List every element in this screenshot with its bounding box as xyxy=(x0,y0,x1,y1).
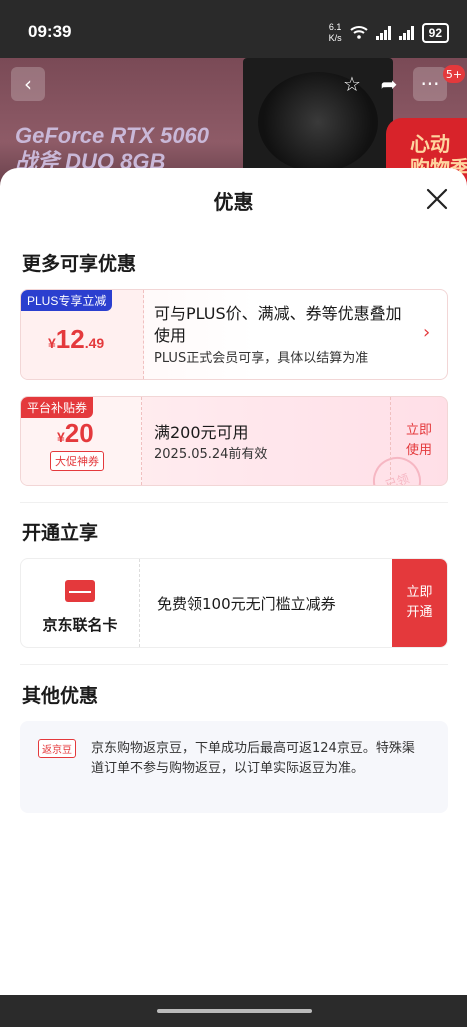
wifi-icon xyxy=(349,25,368,42)
currency-symbol: ¥ xyxy=(48,335,56,351)
price-integer: 20 xyxy=(64,418,94,448)
signal-icon-2 xyxy=(398,26,414,40)
star-icon: ☆ xyxy=(343,72,361,96)
more-icon: ··· xyxy=(420,72,440,96)
chevron-left-icon: ‹ xyxy=(24,72,32,96)
bean-return-card: 返京豆 京东购物返京豆，下单成功后最高可返124京豆。特殊渠道订单不参与购物返豆… xyxy=(20,721,448,813)
back-button[interactable]: ‹ xyxy=(11,67,45,101)
section-title-other: 其他优惠 xyxy=(22,685,99,707)
battery-indicator: 92 xyxy=(421,23,449,43)
currency-symbol: ¥ xyxy=(57,429,65,445)
chevron-right-icon[interactable]: › xyxy=(423,322,430,343)
section-title-open: 开通立享 xyxy=(22,522,99,544)
bean-desc: 京东购物返京豆，下单成功后最高可返124京豆。特殊渠道订单不参与购物返豆，以订单… xyxy=(91,741,415,776)
platform-coupon-card[interactable]: 平台补贴券 ¥20 大促神券 满200元可用 2025.05.24前有效 已领 … xyxy=(20,396,448,486)
divider xyxy=(20,502,448,503)
divider xyxy=(139,559,141,647)
plus-coupon-price: ¥12.49 xyxy=(48,324,104,355)
use-now-button[interactable]: 立即 使用 xyxy=(390,397,447,485)
cobrand-card-name: 京东联名卡 xyxy=(42,616,118,634)
divider xyxy=(20,664,448,665)
status-time: 09:39 xyxy=(28,22,72,41)
platform-coupon-left: 平台补贴券 ¥20 大促神券 xyxy=(21,397,142,485)
share-button[interactable]: ➦ xyxy=(372,67,406,101)
plus-coupon-card[interactable]: PLUS专享立减 ¥12.49 可与PLUS价、满减、券等优惠叠加使用 PLUS… xyxy=(20,289,448,380)
plus-coupon-left: PLUS专享立减 ¥12.49 xyxy=(21,290,144,379)
credit-card-icon xyxy=(65,580,95,602)
net-speed: 6.1 K/s xyxy=(328,22,342,43)
more-button[interactable]: ··· xyxy=(413,67,447,101)
navigation-bar xyxy=(0,995,467,1027)
price-integer: 12 xyxy=(55,324,85,354)
status-bar: 09:39 6.1 K/s 92 xyxy=(0,0,467,58)
price-decimal: .49 xyxy=(84,335,105,351)
section-title-more: 更多可享优惠 xyxy=(22,253,137,275)
platform-coupon-expiry: 2025.05.24前有效 xyxy=(154,447,268,462)
platform-tag: 平台补贴券 xyxy=(21,397,94,418)
favorite-button[interactable]: ☆ xyxy=(335,67,369,101)
plus-coupon-note: PLUS正式会员可享，具体以结算为准 xyxy=(154,351,369,366)
sheet-title: 优惠 xyxy=(213,190,254,214)
platform-coupon-price: ¥20 xyxy=(57,418,94,449)
bean-tag: 返京豆 xyxy=(38,739,76,758)
discount-sheet: 优惠 更多可享优惠 PLUS专享立减 ¥12.49 可与PLUS价、满减、券等优… xyxy=(0,168,467,1027)
status-icons: 6.1 K/s 92 xyxy=(329,22,449,44)
plus-coupon-desc: 可与PLUS价、满减、券等优惠叠加使用 xyxy=(154,304,402,345)
close-icon[interactable] xyxy=(424,186,450,212)
cobrand-card-offer[interactable]: 京东联名卡 免费领100元无门槛立减券 立即 开通 xyxy=(20,558,448,648)
platform-coupon-condition: 满200元可用 xyxy=(154,423,249,442)
plus-tag: PLUS专享立减 xyxy=(21,290,113,311)
promo-mini-tag: 大促神券 xyxy=(50,451,104,471)
home-indicator[interactable] xyxy=(157,1009,312,1013)
share-icon: ➦ xyxy=(380,72,398,96)
cobrand-card-desc: 免费领100元无门槛立减券 xyxy=(157,595,336,613)
product-title-line1: GeForce RTX 5060 xyxy=(15,123,210,148)
open-now-button[interactable]: 立即 开通 xyxy=(392,559,447,647)
signal-icon xyxy=(375,26,391,40)
message-badge: 5+ xyxy=(443,65,465,83)
